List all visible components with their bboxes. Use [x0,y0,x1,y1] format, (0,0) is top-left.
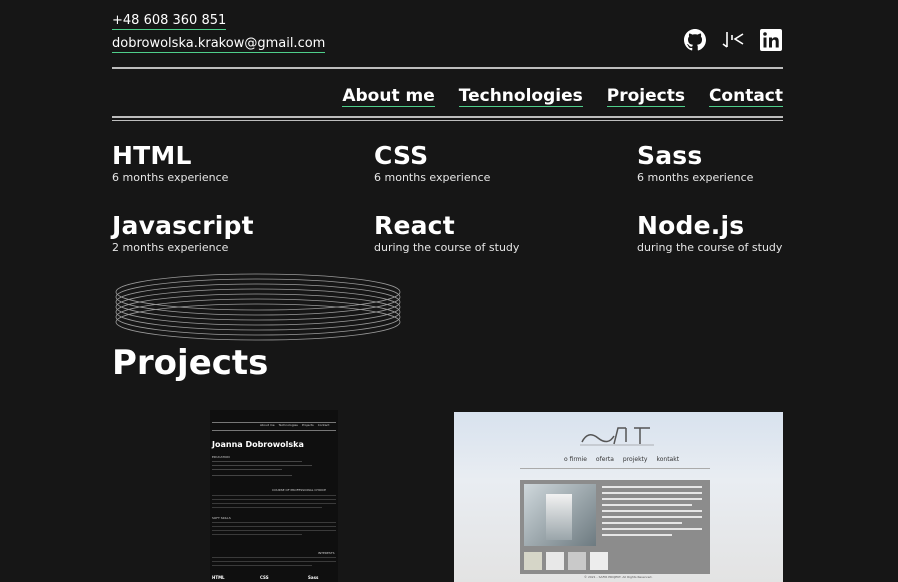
tech-experience: 6 months experience [374,171,491,184]
preview-section: COURSE OF PROFESSIONAL CHOICE [272,488,326,492]
phone-link[interactable]: +48 608 360 851 [112,13,227,30]
tech-item-sass: Sass 6 months experience [637,141,754,185]
tech-name: CSS [374,141,429,170]
tech-name: Node.js [637,211,745,240]
tech-experience: during the course of study [637,241,783,254]
tech-experience: 6 months experience [112,171,229,184]
preview-name: Joanna Dobrowolska [212,440,304,449]
nav-projects[interactable]: Projects [606,86,685,107]
decorative-rings [115,273,401,341]
preview-section: INTERESTS [318,551,335,555]
preview-nav-item: Technologies [278,423,298,427]
preview-nav-item: About me [260,423,275,427]
studio-nav-item: kontakt [656,456,680,463]
preview-nav-item: Projects [301,423,314,427]
nav-divider-bottom [112,120,783,121]
studio-nav-item: projekty [622,456,648,463]
projects-heading: Projects [112,343,269,383]
studio-nav: o firmie oferta projekty kontakt [564,456,679,463]
email-link[interactable]: dobrowolska.krakow@gmail.com [112,36,326,53]
social-links [683,28,783,52]
studio-nav-divider [520,468,710,469]
nav-contact[interactable]: Contact [708,86,783,107]
preview-tech: HTML [212,575,225,580]
preview-section: EDUCATION [212,455,230,459]
tech-item-nodejs: Node.js during the course of study [637,211,783,255]
preview-section: SOFT SKILLS [212,516,231,520]
github-icon[interactable] [683,28,707,52]
linkedin-icon[interactable] [759,28,783,52]
codewars-icon[interactable] [721,28,745,52]
preview-tech: CSS [260,575,269,580]
tech-item-react: React during the course of study [374,211,520,255]
preview-nav-item: Contact [317,423,330,427]
studio-logo-icon [580,427,654,446]
main-nav: About me Technologies Projects Contact [342,86,783,107]
tech-item-javascript: Javascript 2 months experience [112,211,254,255]
tech-item-css: CSS 6 months experience [374,141,491,185]
studio-corridor-photo [524,484,596,546]
tech-experience: 6 months experience [637,171,754,184]
project-preview-portfolio[interactable]: About me Technologies Projects Contact J… [210,410,338,582]
studio-nav-item: o firmie [564,456,587,463]
preview-tech: Sass [308,575,319,580]
nav-technologies[interactable]: Technologies [458,86,583,107]
studio-content-panel [520,480,710,574]
nav-divider-top [112,116,783,118]
tech-experience: during the course of study [374,241,520,254]
studio-thumbnails [524,552,608,570]
tech-name: Sass [637,141,703,170]
tech-name: React [374,211,455,240]
tech-experience: 2 months experience [112,241,229,254]
tech-name: HTML [112,141,192,170]
header-divider [112,67,783,69]
preview-nav: About me Technologies Projects Contact [260,423,329,427]
nav-about-me[interactable]: About me [342,86,435,107]
project-preview-architecture[interactable]: o firmie oferta projekty kontakt © 2021 … [454,412,783,582]
studio-nav-item: oferta [595,456,614,463]
studio-footer: © 2021 - SAFIR PROJEKT. All Rights Reser… [584,575,653,579]
tech-item-html: HTML 6 months experience [112,141,229,185]
tech-name: Javascript [112,211,254,240]
